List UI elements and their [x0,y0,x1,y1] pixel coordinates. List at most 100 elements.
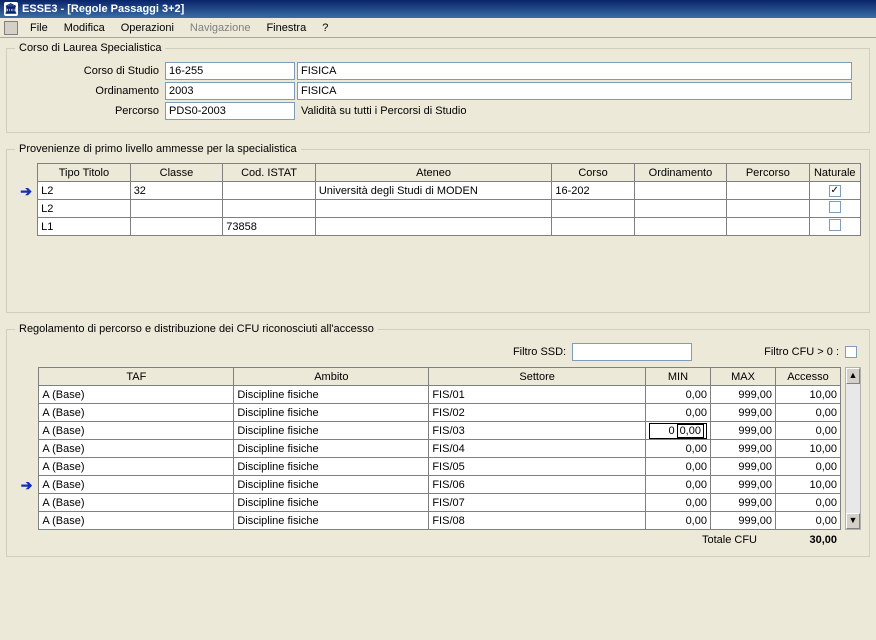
cell-classe[interactable] [130,200,223,218]
naturale-checkbox[interactable] [829,201,841,213]
cell-accesso[interactable]: 0,00 [775,422,840,440]
cell-ambito[interactable]: Discipline fisiche [234,440,429,458]
cell-tipo[interactable]: L2 [38,182,131,200]
cell-max[interactable]: 999,00 [710,386,775,404]
table-row[interactable]: A (Base)Discipline fisicheFIS/0300,00999… [15,422,841,440]
cell-min[interactable]: 0,00 [645,404,710,422]
cell-min[interactable]: 0,00 [645,458,710,476]
cell-classe[interactable]: 32 [130,182,223,200]
col-ateneo[interactable]: Ateneo [315,164,552,182]
cell-accesso[interactable]: 0,00 [775,404,840,422]
cell-istat[interactable] [223,200,316,218]
cell-naturale[interactable] [809,200,861,218]
col-tipo[interactable]: Tipo Titolo [38,164,131,182]
naturale-checkbox[interactable]: ✓ [829,185,841,197]
filter-ssd-input[interactable] [572,343,692,361]
corso-code-field[interactable]: 16-255 [165,62,295,80]
cell-corso[interactable] [552,200,634,218]
cell-perc[interactable] [727,182,809,200]
cell-settore[interactable]: FIS/06 [429,476,646,494]
cell-taf[interactable]: A (Base) [39,422,234,440]
cell-corso[interactable] [552,218,634,236]
cell-istat[interactable] [223,182,316,200]
cell-ambito[interactable]: Discipline fisiche [234,458,429,476]
cell-classe[interactable] [130,218,223,236]
table-row[interactable]: ➔L232Università degli Studi di MODEN16-2… [15,182,861,200]
cell-ord[interactable] [634,218,727,236]
cell-taf[interactable]: A (Base) [39,512,234,530]
table-row[interactable]: L2 [15,200,861,218]
col-max[interactable]: MAX [710,368,775,386]
menu-operazioni[interactable]: Operazioni [113,20,182,36]
table-row[interactable]: A (Base)Discipline fisicheFIS/040,00999,… [15,440,841,458]
cell-settore[interactable]: FIS/04 [429,440,646,458]
cell-max[interactable]: 999,00 [710,404,775,422]
menu-help[interactable]: ? [314,20,336,36]
cell-ambito[interactable]: Discipline fisiche [234,476,429,494]
cell-corso[interactable]: 16-202 [552,182,634,200]
cell-settore[interactable]: FIS/03 [429,422,646,440]
cell-ambito[interactable]: Discipline fisiche [234,404,429,422]
percorso-code-field[interactable]: PDS0-2003 [165,102,295,120]
cell-ambito[interactable]: Discipline fisiche [234,386,429,404]
table-row[interactable]: A (Base)Discipline fisicheFIS/07 0,00999,… [15,494,841,512]
col-accesso[interactable]: Accesso [775,368,840,386]
cell-settore[interactable]: FIS/07 [429,494,646,512]
col-min[interactable]: MIN [645,368,710,386]
ordinamento-code-field[interactable]: 2003 [165,82,295,100]
menu-finestra[interactable]: Finestra [258,20,314,36]
cell-max[interactable]: 999,00 [710,494,775,512]
scroll-down-button[interactable]: ▼ [846,513,860,529]
table-row[interactable]: A (Base)Discipline fisicheFIS/050,00999,… [15,458,841,476]
cell-accesso[interactable]: 10,00 [775,440,840,458]
col-ambito[interactable]: Ambito [234,368,429,386]
cell-taf[interactable]: A (Base) [39,476,234,494]
cell-settore[interactable]: FIS/05 [429,458,646,476]
col-taf[interactable]: TAF [39,368,234,386]
corso-desc-field[interactable]: FISICA [297,62,852,80]
cell-settore[interactable]: FIS/08 [429,512,646,530]
col-ordinamento[interactable]: Ordinamento [634,164,727,182]
cell-istat[interactable]: 73858 [223,218,316,236]
cell-taf[interactable]: A (Base) [39,494,234,512]
col-istat[interactable]: Cod. ISTAT [223,164,316,182]
ordinamento-desc-field[interactable]: FISICA [297,82,852,100]
cell-tipo[interactable]: L1 [38,218,131,236]
cell-accesso[interactable]: 10,00 [775,476,840,494]
cell-ateneo[interactable]: Università degli Studi di MODEN [315,182,552,200]
cell-accesso[interactable]: 0,00 [775,458,840,476]
col-settore[interactable]: Settore [429,368,646,386]
cell-naturale[interactable] [809,218,861,236]
table-row[interactable]: L1 73858 [15,218,861,236]
table-row[interactable]: ➔A (Base)Discipline fisicheFIS/060,00999… [15,476,841,494]
cell-settore[interactable]: FIS/02 [429,404,646,422]
menu-file[interactable]: File [22,20,56,36]
naturale-checkbox[interactable] [829,219,841,231]
cell-max[interactable]: 999,00 [710,458,775,476]
cell-min[interactable]: 0,00 [645,386,710,404]
cell-min[interactable]: 0,00 [645,512,710,530]
cell-accesso[interactable]: 0,00 [775,494,840,512]
cell-ord[interactable] [634,200,727,218]
cell-accesso[interactable]: 10,00 [775,386,840,404]
cell-taf[interactable]: A (Base) [39,404,234,422]
cell-settore[interactable]: FIS/01 [429,386,646,404]
cell-taf[interactable]: A (Base) [39,386,234,404]
cell-ambito[interactable]: Discipline fisiche [234,494,429,512]
col-classe[interactable]: Classe [130,164,223,182]
cell-naturale[interactable]: ✓ [809,182,861,200]
cell-max[interactable]: 999,00 [710,440,775,458]
cell-perc[interactable] [727,218,809,236]
cell-ambito[interactable]: Discipline fisiche [234,422,429,440]
scroll-up-button[interactable]: ▲ [846,368,860,384]
col-naturale[interactable]: Naturale [809,164,861,182]
cell-ateneo[interactable] [315,200,552,218]
filter-cfu-checkbox[interactable] [845,346,857,358]
cell-max[interactable]: 999,00 [710,476,775,494]
menu-modifica[interactable]: Modifica [56,20,113,36]
cell-taf[interactable]: A (Base) [39,458,234,476]
cell-max[interactable]: 999,00 [710,422,775,440]
table-row[interactable]: A (Base)Discipline fisicheFIS/080,00999,… [15,512,841,530]
cell-min[interactable]: 00,00 [645,422,710,440]
cell-max[interactable]: 999,00 [710,512,775,530]
